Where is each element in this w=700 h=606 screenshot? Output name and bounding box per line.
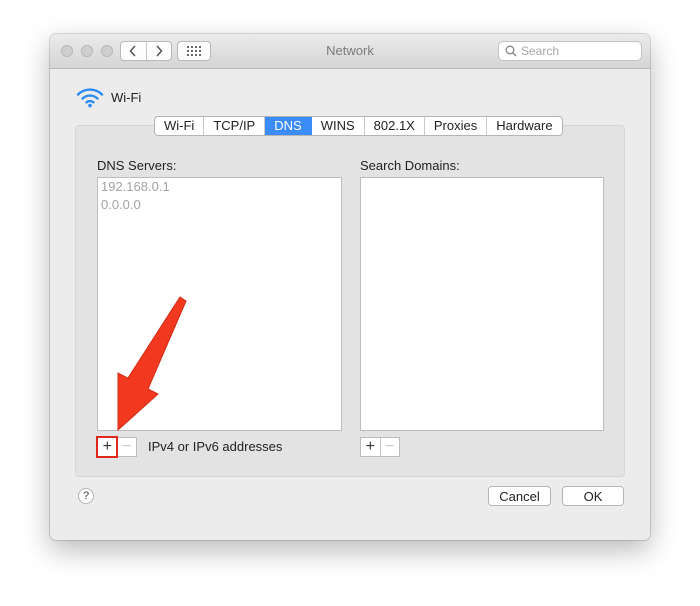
annotation-arrow-icon [117,296,187,432]
